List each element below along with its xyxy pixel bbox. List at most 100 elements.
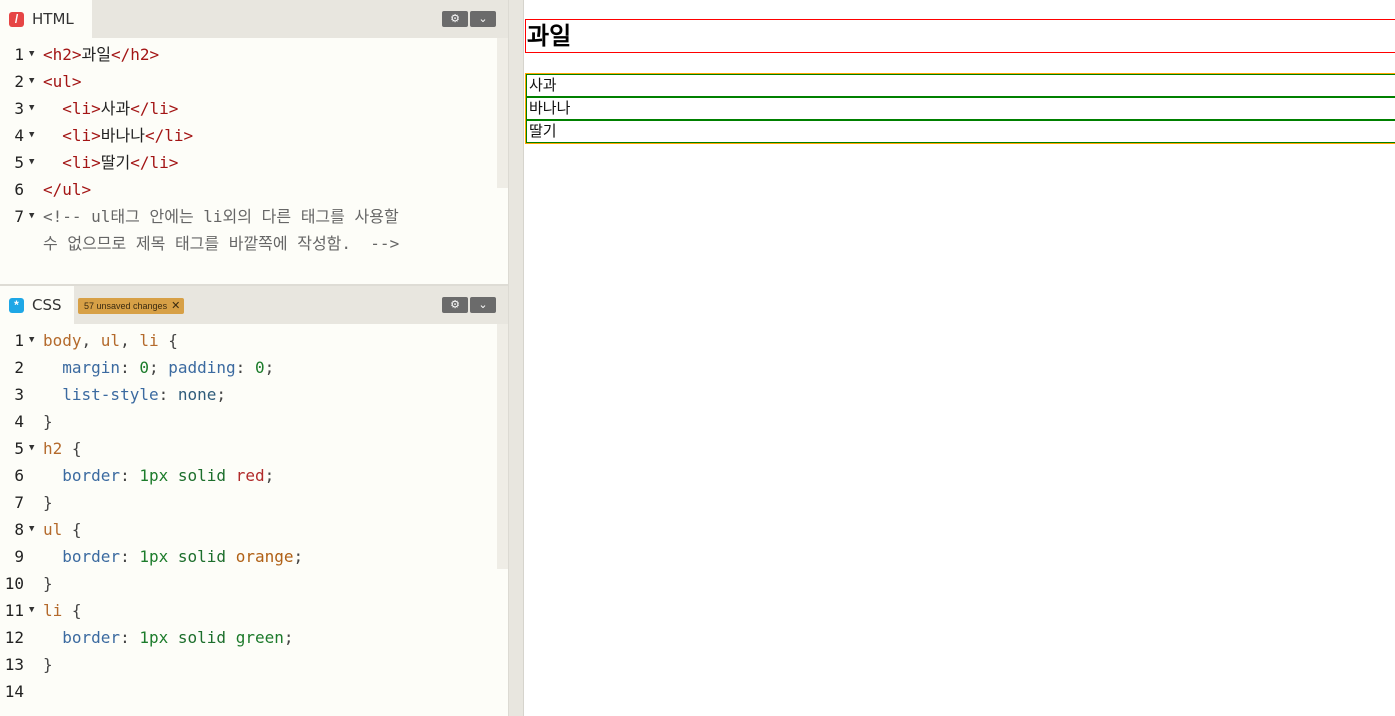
chevron-down-icon: ⌄ [478, 12, 488, 25]
css-code-line[interactable]: 7} [0, 489, 497, 516]
code-text: li { [43, 597, 82, 624]
code-text: <!-- ul태그 안에는 li외의 다른 태그를 사용할 [43, 203, 399, 230]
code-token: <!-- ul태그 안에는 li외의 다른 태그를 사용할 [43, 207, 399, 226]
css-tab[interactable]: * CSS [0, 286, 74, 324]
html-code-line[interactable]: 2 ▼ <ul> [0, 68, 497, 95]
fold-arrow-icon[interactable]: ▼ [29, 68, 34, 95]
editor-column: / HTML ⚙ ⌄ 1 ▼ <h2>과일</h2> 2 ▼ <ul> 3 ▼ <li>사과<… [0, 0, 508, 716]
fold-arrow-icon[interactable]: ▼ [29, 327, 34, 354]
code-token: </ul> [43, 180, 92, 199]
close-icon[interactable]: ✕ [171, 300, 180, 312]
html-code-line[interactable]: 5 ▼ <li>딸기</li> [0, 149, 497, 176]
preview-list: 사과 바나나 딸기 [525, 73, 1395, 144]
code-token: , [81, 331, 101, 350]
code-token: } [43, 412, 53, 431]
code-token: <h2> [43, 45, 82, 64]
html-code-line[interactable]: 6 </ul> [0, 176, 497, 203]
fold-arrow-icon[interactable]: ▼ [29, 597, 34, 624]
css-code-line[interactable]: 5 ▼ h2 { [0, 435, 497, 462]
panel-resize-divider[interactable] [508, 0, 524, 716]
fold-arrow-icon[interactable]: ▼ [29, 516, 34, 543]
line-number: 1 [14, 331, 24, 350]
html-code-line[interactable]: 1 ▼ <h2>과일</h2> [0, 41, 497, 68]
code-token: li [139, 331, 159, 350]
html-settings-button[interactable]: ⚙ [442, 11, 468, 27]
code-token: ; [216, 385, 227, 404]
html-code-line[interactable]: 수 없으므로 제목 태그를 바깥쪽에 작성함. --> [0, 230, 497, 257]
css-code-line[interactable]: 4} [0, 408, 497, 435]
html-collapse-button[interactable]: ⌄ [470, 11, 496, 27]
code-text: border: 1px solid green; [43, 624, 293, 651]
html-code-line[interactable]: 3 ▼ <li>사과</li> [0, 95, 497, 122]
fold-arrow-icon[interactable]: ▼ [29, 95, 34, 122]
css-code-line[interactable]: 12 border: 1px solid green; [0, 624, 497, 651]
code-token: 0 [139, 358, 149, 377]
html-code-line[interactable]: 7 ▼ <!-- ul태그 안에는 li외의 다른 태그를 사용할 [0, 203, 497, 230]
line-number: 13 [4, 655, 24, 674]
code-token: } [43, 655, 53, 674]
code-token: ; [293, 547, 304, 566]
html-panel-header: / HTML ⚙ ⌄ [0, 0, 508, 38]
css-code-line[interactable]: 1 ▼ body, ul, li { [0, 327, 497, 354]
css-code-line[interactable]: 14 [0, 678, 497, 705]
code-token: </li> [144, 126, 194, 145]
code-text: <ul> [43, 68, 82, 95]
line-number: 12 [4, 628, 24, 647]
fold-arrow-icon[interactable]: ▼ [29, 41, 34, 68]
unsaved-changes-badge: 57 unsaved changes ✕ [78, 298, 185, 314]
code-token: : [120, 547, 140, 566]
line-number: 10 [4, 574, 24, 593]
code-token: list-style [62, 385, 159, 404]
code-token: : [120, 358, 140, 377]
line-number: 6 [14, 466, 24, 485]
code-token: 사과 [100, 99, 131, 118]
line-number: 4 [14, 126, 24, 145]
fold-arrow-icon[interactable]: ▼ [29, 435, 34, 462]
fold-arrow-icon[interactable]: ▼ [29, 149, 34, 176]
gear-icon: ⚙ [450, 298, 460, 311]
code-token: } [43, 574, 53, 593]
preview-list-item: 딸기 [526, 120, 1395, 143]
html-editor-panel: / HTML ⚙ ⌄ 1 ▼ <h2>과일</h2> 2 ▼ <ul> 3 ▼ <li>사과<… [0, 0, 508, 284]
css-code-line[interactable]: 6 border: 1px solid red; [0, 462, 497, 489]
html-tab[interactable]: / HTML [0, 0, 92, 38]
fold-arrow-icon[interactable]: ▼ [29, 203, 34, 230]
code-text: border: 1px solid orange; [43, 543, 303, 570]
fold-arrow-icon[interactable]: ▼ [29, 122, 34, 149]
html-scrollbar[interactable] [497, 38, 508, 188]
result-preview: 과일 사과 바나나 딸기 [525, 0, 1395, 716]
line-number: 5 [14, 439, 24, 458]
code-text: </ul> [43, 176, 91, 203]
css-code-line[interactable]: 11 ▼ li { [0, 597, 497, 624]
css-code-line[interactable]: 3 list-style: none; [0, 381, 497, 408]
unsaved-changes-text: 57 unsaved changes [84, 301, 168, 311]
gear-icon: ⚙ [450, 12, 460, 25]
code-token: margin [62, 358, 121, 377]
css-scrollbar[interactable] [497, 324, 508, 569]
line-number: 3 [14, 99, 24, 118]
css-settings-button[interactable]: ⚙ [442, 297, 468, 313]
code-token: ; [264, 358, 275, 377]
css-code-editor[interactable]: 1 ▼ body, ul, li {2 margin: 0; padding: 0;… [0, 327, 497, 705]
css-code-line[interactable]: 10} [0, 570, 497, 597]
css-collapse-button[interactable]: ⌄ [470, 297, 496, 313]
code-text: <li>사과</li> [43, 95, 178, 122]
css-code-line[interactable]: 13} [0, 651, 497, 678]
css-code-line[interactable]: 2 margin: 0; padding: 0; [0, 354, 497, 381]
code-token: 수 없으므로 제목 태그를 바깥쪽에 작성함. --> [43, 234, 400, 253]
code-text: } [43, 651, 53, 678]
css-code-line[interactable]: 8 ▼ ul { [0, 516, 497, 543]
html-code-editor[interactable]: 1 ▼ <h2>과일</h2> 2 ▼ <ul> 3 ▼ <li>사과</li> 4 ▼ <li>… [0, 41, 497, 257]
code-token: ul [100, 331, 121, 350]
css-code-line[interactable]: 9 border: 1px solid orange; [0, 543, 497, 570]
html-code-line[interactable]: 4 ▼ <li>바나나</li> [0, 122, 497, 149]
code-token: </li> [130, 153, 179, 172]
code-token: 바나나 [100, 126, 145, 145]
